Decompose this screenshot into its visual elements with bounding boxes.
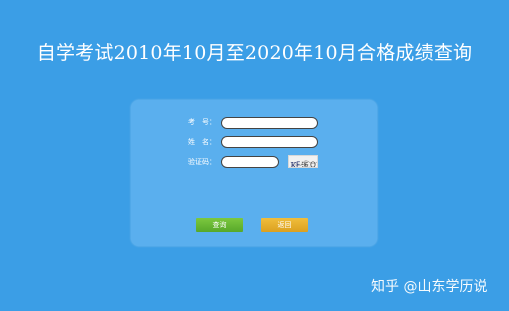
- back-button[interactable]: 返回: [261, 218, 308, 232]
- watermark: 知乎 @山东学历说: [371, 279, 488, 295]
- query-button[interactable]: 查询: [196, 218, 243, 232]
- svg-text:Q: Q: [310, 161, 316, 169]
- exam-number-label: 考 号：: [188, 118, 216, 126]
- exam-number-input[interactable]: [221, 117, 318, 129]
- captcha-image[interactable]: K F 涉 Q: [288, 155, 318, 168]
- captcha-noise-icon: K F 涉 Q: [289, 158, 317, 169]
- name-input[interactable]: [221, 136, 318, 148]
- captcha-input[interactable]: [221, 156, 279, 168]
- svg-text:F: F: [296, 161, 300, 169]
- captcha-label: 验证码：: [188, 158, 216, 166]
- page-title: 自学考试2010年10月至2020年10月合格成绩查询: [36, 42, 473, 64]
- name-label: 姓 名：: [188, 138, 216, 146]
- svg-text:涉: 涉: [301, 160, 309, 168]
